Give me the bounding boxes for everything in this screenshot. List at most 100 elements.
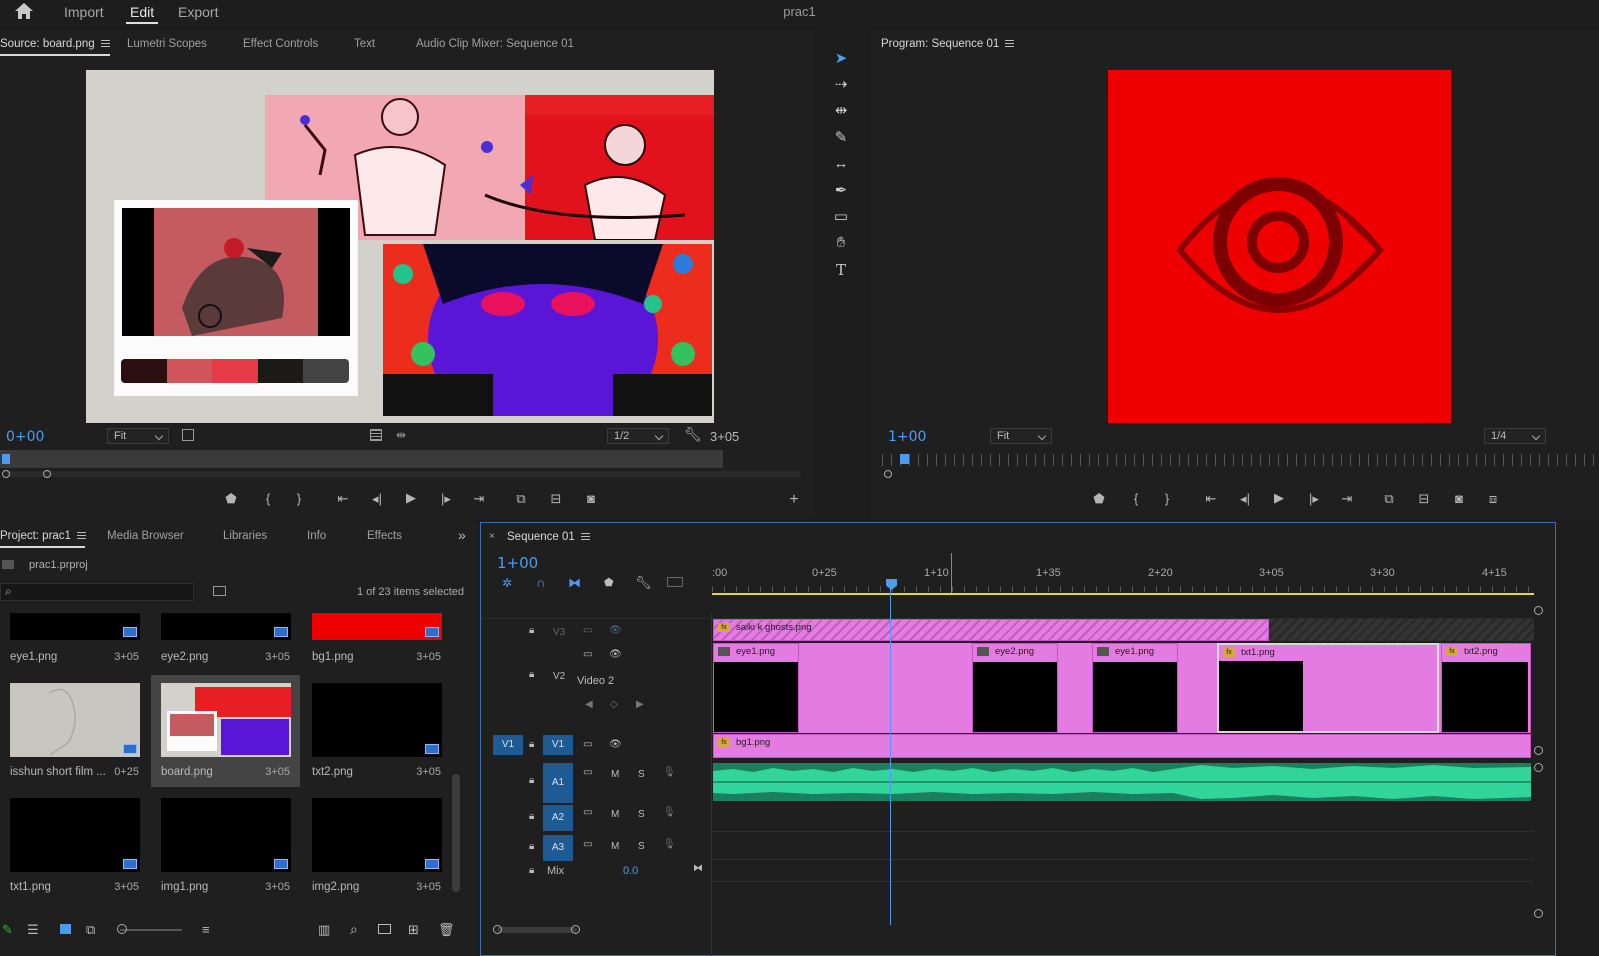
clip-v3[interactable]: fx saiki k ghosts.png: [713, 619, 1269, 641]
solo-button[interactable]: S: [638, 809, 645, 820]
automate-sequence-icon[interactable]: ▥: [318, 922, 330, 938]
safe-margins-icon[interactable]: [182, 429, 194, 441]
vertical-scroll-handle[interactable]: [1534, 909, 1543, 918]
a3-target[interactable]: A3: [543, 835, 573, 861]
solo-button[interactable]: S: [638, 769, 645, 780]
tab-project[interactable]: Project: prac1: [0, 530, 86, 542]
source-frame[interactable]: [86, 70, 714, 423]
sync-lock-icon[interactable]: ▭: [583, 839, 592, 850]
play-icon[interactable]: ▶: [402, 490, 420, 506]
panel-menu-icon[interactable]: [1005, 40, 1015, 48]
thumbnail-eye1[interactable]: [10, 613, 140, 640]
icon-view-icon[interactable]: [60, 924, 71, 934]
sort-icon[interactable]: ≡: [202, 922, 210, 937]
next-keyframe-icon[interactable]: ▶: [636, 699, 644, 710]
voiceover-icon[interactable]: 🎙︎: [663, 807, 676, 818]
export-frame-icon[interactable]: ◙: [1450, 491, 1468, 506]
selection-tool-icon[interactable]: ➤: [826, 48, 856, 70]
lock-icon[interactable]: 🔒︎: [529, 841, 534, 852]
eye-icon[interactable]: 👁︎: [609, 649, 622, 660]
tab-effect-controls[interactable]: Effect Controls: [243, 38, 318, 50]
tab-program[interactable]: Program: Sequence 01: [881, 38, 1015, 50]
program-playhead[interactable]: [900, 454, 909, 464]
thumbnail-size-slider[interactable]: [120, 929, 182, 931]
mix-value[interactable]: 0.0: [623, 865, 638, 877]
rectangle-tool-icon[interactable]: ▭: [826, 206, 856, 228]
track-select-tool-icon[interactable]: ⇢: [826, 74, 856, 96]
timeline-timecode[interactable]: 1+00: [497, 554, 538, 572]
pencil-icon[interactable]: ✎: [2, 922, 13, 938]
source-time-ruler[interactable]: [0, 450, 723, 468]
thumbnail-board[interactable]: [161, 683, 291, 757]
vertical-scroll-handle[interactable]: [1534, 746, 1543, 755]
panel-menu-icon[interactable]: [76, 532, 86, 540]
trash-icon[interactable]: 🗑︎: [438, 922, 455, 938]
tab-audio-clip-mixer[interactable]: Audio Clip Mixer: Sequence 01: [416, 38, 574, 50]
thumbnail-txt2[interactable]: [312, 683, 442, 757]
add-marker-icon[interactable]: ⬟: [222, 491, 240, 507]
tab-text[interactable]: Text: [354, 38, 375, 50]
source-zoom-scrollbar[interactable]: [6, 471, 801, 477]
source-resolution-select[interactable]: 1/2: [607, 428, 669, 444]
source-playhead[interactable]: [2, 454, 10, 464]
source-timecode[interactable]: 0+00: [6, 429, 44, 445]
step-back-icon[interactable]: ◂|: [1236, 491, 1254, 507]
thumbnail-eye2[interactable]: [161, 613, 291, 640]
razor-tool-icon[interactable]: ✎: [826, 127, 856, 149]
linked-selection-icon[interactable]: ⧓: [568, 575, 581, 591]
clip-v2-eye2[interactable]: eye2.png: [972, 643, 1058, 733]
step-back-icon[interactable]: ◂|: [368, 491, 386, 507]
tab-lumetri-scopes[interactable]: Lumetri Scopes: [127, 38, 207, 50]
timeline-settings-icon[interactable]: 🔧︎: [635, 575, 652, 591]
export-frame-icon[interactable]: ◙: [582, 491, 600, 506]
a2-target[interactable]: A2: [543, 805, 573, 831]
mark-in-icon[interactable]: {: [259, 491, 277, 506]
add-button-icon[interactable]: +: [785, 491, 803, 509]
voiceover-icon[interactable]: 🎙︎: [663, 839, 676, 850]
ripple-edit-tool-icon[interactable]: ⇹: [826, 100, 856, 122]
new-search-bin-icon[interactable]: [213, 586, 226, 596]
extract-icon[interactable]: ⊟: [1415, 491, 1433, 507]
solo-button[interactable]: S: [638, 841, 645, 852]
lock-icon[interactable]: 🔒︎: [529, 865, 534, 876]
thumbnail-bg1[interactable]: [312, 613, 442, 640]
more-panels-icon[interactable]: »: [458, 527, 466, 543]
go-to-in-icon[interactable]: ⇤: [334, 491, 352, 507]
scroll-handle-right[interactable]: [571, 925, 580, 934]
v1-target[interactable]: V1: [543, 735, 573, 755]
add-marker-icon[interactable]: ⬟: [1090, 491, 1108, 507]
sync-lock-icon[interactable]: ▭: [583, 649, 592, 660]
work-area-bar[interactable]: [712, 593, 1534, 595]
clip-v1[interactable]: fx bg1.png: [713, 734, 1531, 758]
overwrite-clip-icon[interactable]: ⊟: [547, 491, 565, 507]
list-view-icon[interactable]: ☰: [27, 922, 39, 938]
a1-target[interactable]: A1: [543, 763, 573, 803]
tab-media-browser[interactable]: Media Browser: [107, 530, 184, 542]
new-bin-icon[interactable]: [378, 924, 391, 934]
timeline-horizontal-scrollbar[interactable]: [497, 927, 577, 933]
panel-menu-icon[interactable]: [580, 533, 590, 541]
sync-lock-icon[interactable]: ▭: [583, 807, 592, 818]
insert-clip-icon[interactable]: ⧉: [512, 491, 530, 507]
thumbnail-size-handle[interactable]: [117, 924, 127, 934]
zoom-handle-left[interactable]: [2, 470, 10, 478]
type-tool-icon[interactable]: T: [826, 259, 856, 281]
search-input[interactable]: ⌕: [0, 583, 194, 601]
voiceover-icon[interactable]: 🎙︎: [663, 767, 676, 778]
tab-sequence[interactable]: Sequence 01: [507, 531, 590, 543]
v1-source-patch[interactable]: V1: [493, 735, 523, 755]
snap-icon[interactable]: ∩: [536, 575, 545, 590]
tab-libraries[interactable]: Libraries: [223, 530, 267, 542]
mute-button[interactable]: M: [611, 809, 619, 820]
thumbnail-img2[interactable]: [312, 798, 442, 872]
go-to-out-icon[interactable]: ⇥: [470, 491, 488, 507]
pen-tool-icon[interactable]: ✒: [826, 180, 856, 202]
clip-v2-txt2[interactable]: fx txt2.png: [1441, 643, 1531, 733]
source-zoom-select[interactable]: Fit: [107, 428, 169, 444]
go-to-out-icon[interactable]: ⇥: [1338, 491, 1356, 507]
mute-button[interactable]: M: [611, 769, 619, 780]
add-marker-icon[interactable]: ⬟: [604, 576, 614, 589]
prev-keyframe-icon[interactable]: ◀: [585, 699, 593, 710]
program-resolution-select[interactable]: 1/4: [1484, 428, 1546, 444]
lock-icon[interactable]: 🔒︎: [529, 739, 534, 750]
